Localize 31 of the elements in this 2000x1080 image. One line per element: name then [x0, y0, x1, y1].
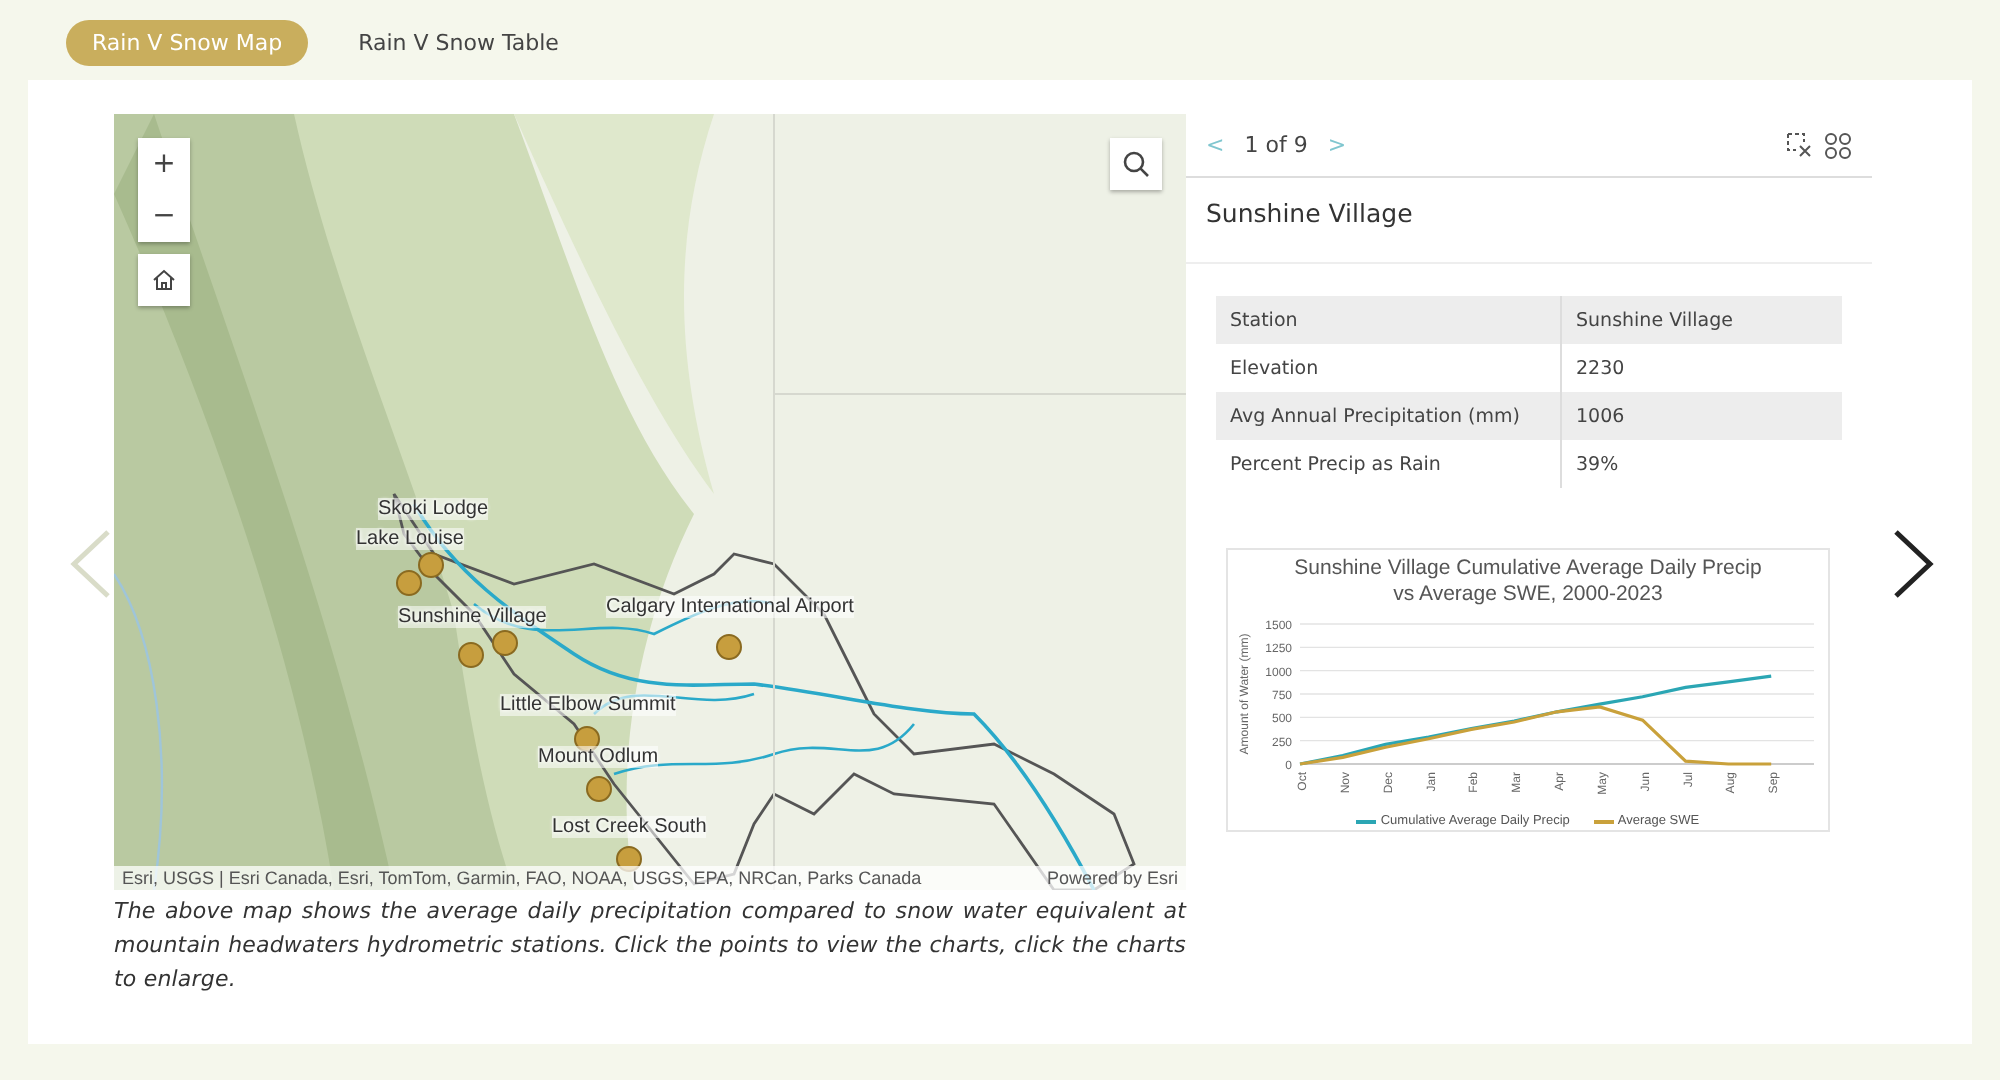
search-icon	[1122, 150, 1150, 178]
station-label: Lake Louise	[356, 528, 464, 550]
station-label: Little Elbow Summit	[500, 694, 676, 716]
table-cell: 39%	[1561, 440, 1842, 488]
map-caption: The above map shows the average daily precipitation compared to snow water equivalent at mountain headwaters hydrometric stations. Click the points to view the charts, click the charts to enlarge.	[114, 896, 1186, 996]
station-label: Sunshine Village	[398, 606, 547, 628]
table-cell: 1006	[1561, 392, 1842, 440]
tab[interactable]: Rain V Snow Table	[332, 20, 585, 66]
clear-selection-icon[interactable]	[1786, 131, 1812, 159]
station-label: Mount Odlum	[538, 746, 659, 768]
chart-card[interactable]	[1226, 548, 1830, 832]
search-button[interactable]	[1110, 138, 1162, 190]
table-cell: Avg Annual Precipitation (mm)	[1216, 392, 1561, 440]
station-label: Lost Creek South	[552, 816, 707, 838]
table-cell: Percent Precip as Rain	[1216, 440, 1561, 488]
zoom-out-button[interactable]: −	[138, 190, 190, 242]
zoom-in-button[interactable]: +	[138, 138, 190, 190]
home-button[interactable]	[138, 254, 190, 306]
popup-title: Sunshine Village	[1186, 178, 1872, 264]
chart-title: Sunshine Village Cumulative Average Daily Precip vs Average SWE, 2000-2023	[1292, 554, 1764, 608]
station-label: Calgary International Airport	[606, 596, 854, 618]
station-label: Skoki Lodge	[378, 498, 489, 520]
grid-icon[interactable]	[1824, 131, 1852, 159]
table-cell: Station	[1216, 296, 1561, 344]
map-attribution: Esri, USGS | Esri Canada, Esri, TomTom, Garmin, FAO, NOAA, USGS, EPA, NRCan, Parks Canada	[122, 868, 922, 888]
page-counter: 1 of 9	[1244, 132, 1308, 158]
table-cell: 2230	[1561, 344, 1842, 392]
next-arrow-icon[interactable]	[1892, 528, 1936, 600]
home-icon	[152, 268, 176, 292]
powered-by-link[interactable]: Powered by Esri	[1046, 868, 1178, 888]
table-cell: Sunshine Village	[1561, 296, 1842, 344]
